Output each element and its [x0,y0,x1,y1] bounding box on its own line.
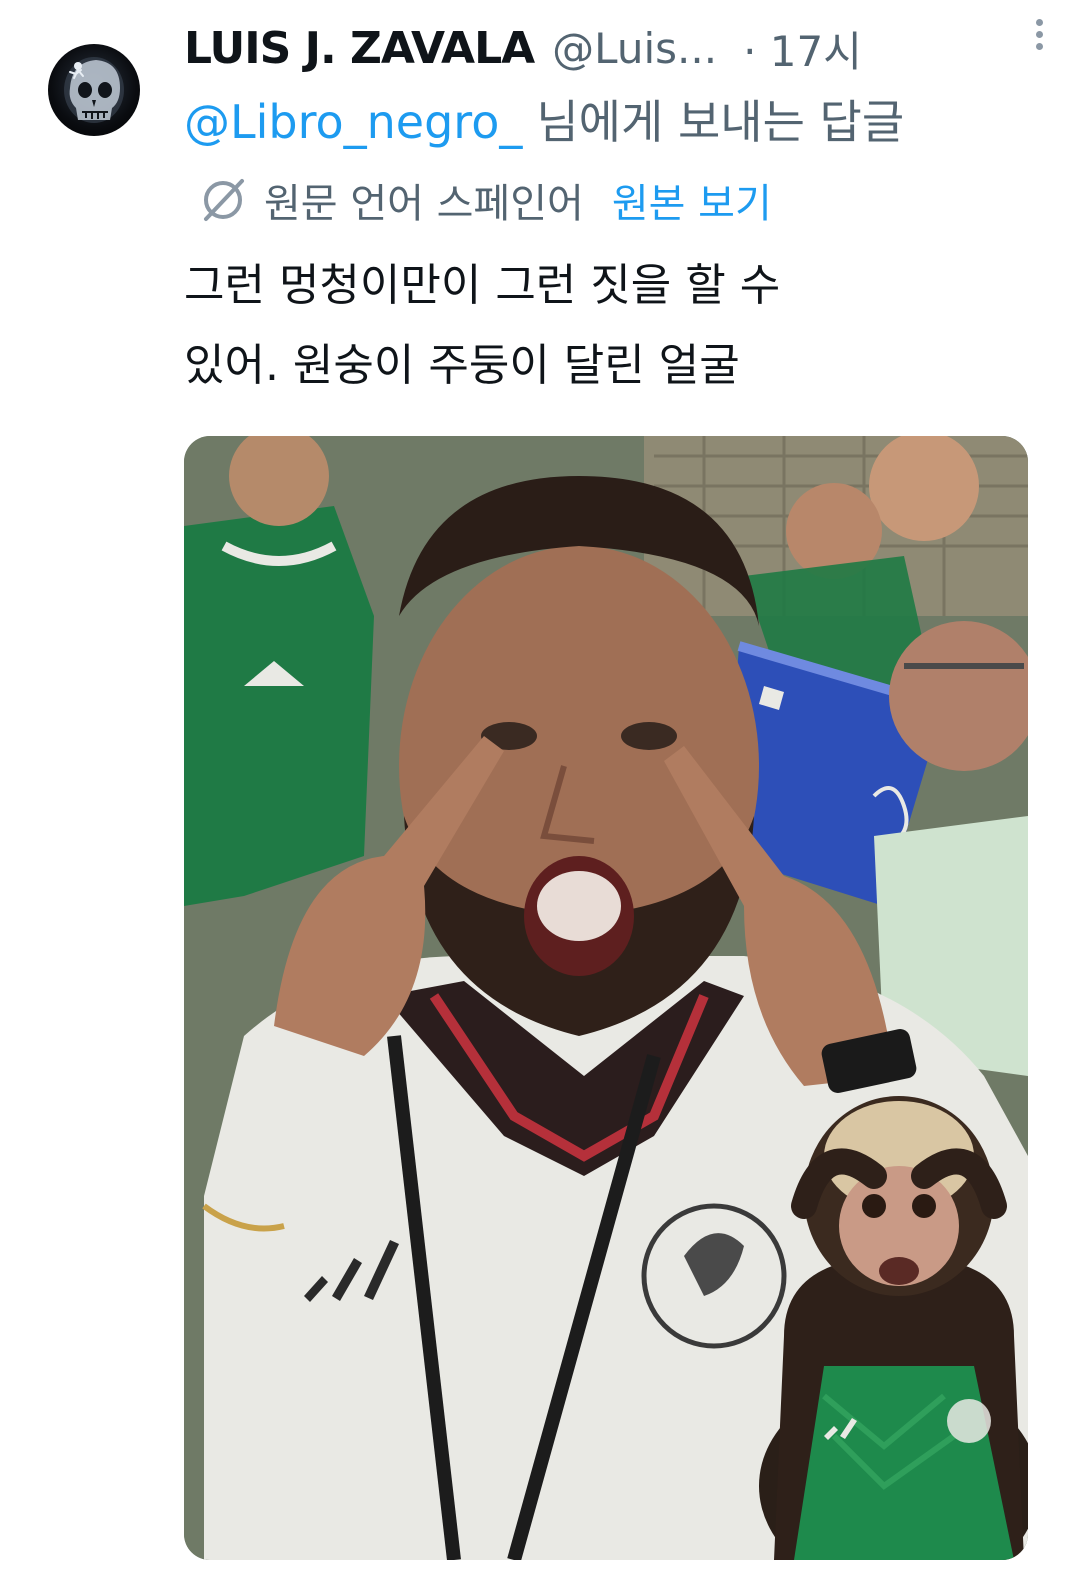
reply-context: @Libro_negro_ 님에게 보내는 답글 [184,86,904,152]
reply-to-suffix: 님에게 보내는 답글 [536,95,905,149]
more-options-icon[interactable] [1024,14,1054,58]
tweet-text-line: 그런 멍청이만이 그런 짓을 할 수 [184,260,781,311]
tweet-timestamp[interactable]: · 17시 [743,18,862,79]
author-avatar[interactable] [48,44,140,136]
translate-icon [204,179,244,221]
photo-fan-with-monkey [184,436,1028,1560]
author-handle[interactable]: @Luis... [552,24,717,73]
show-original-link[interactable]: 원본 보기 [612,171,772,229]
skull-xray-icon [64,57,124,123]
translation-notice: 원문 언어 스페인어 원본 보기 [196,170,772,230]
tweet-media-photo[interactable] [184,436,1028,1560]
tweet-text-line: 있어. 원숭이 주둥이 달린 얼굴 [184,340,740,391]
reply-to-handle[interactable]: @Libro_negro_ [184,95,522,149]
tweet-text: 그런 멍청이만이 그런 짓을 할 수 있어. 원숭이 주둥이 달린 얼굴 [184,246,1004,406]
tweet-header: LUIS J. ZAVALA @Luis... · 17시 [184,16,1044,80]
author-display-name[interactable]: LUIS J. ZAVALA [184,23,535,74]
translation-label: 원문 언어 스페인어 [264,181,584,227]
